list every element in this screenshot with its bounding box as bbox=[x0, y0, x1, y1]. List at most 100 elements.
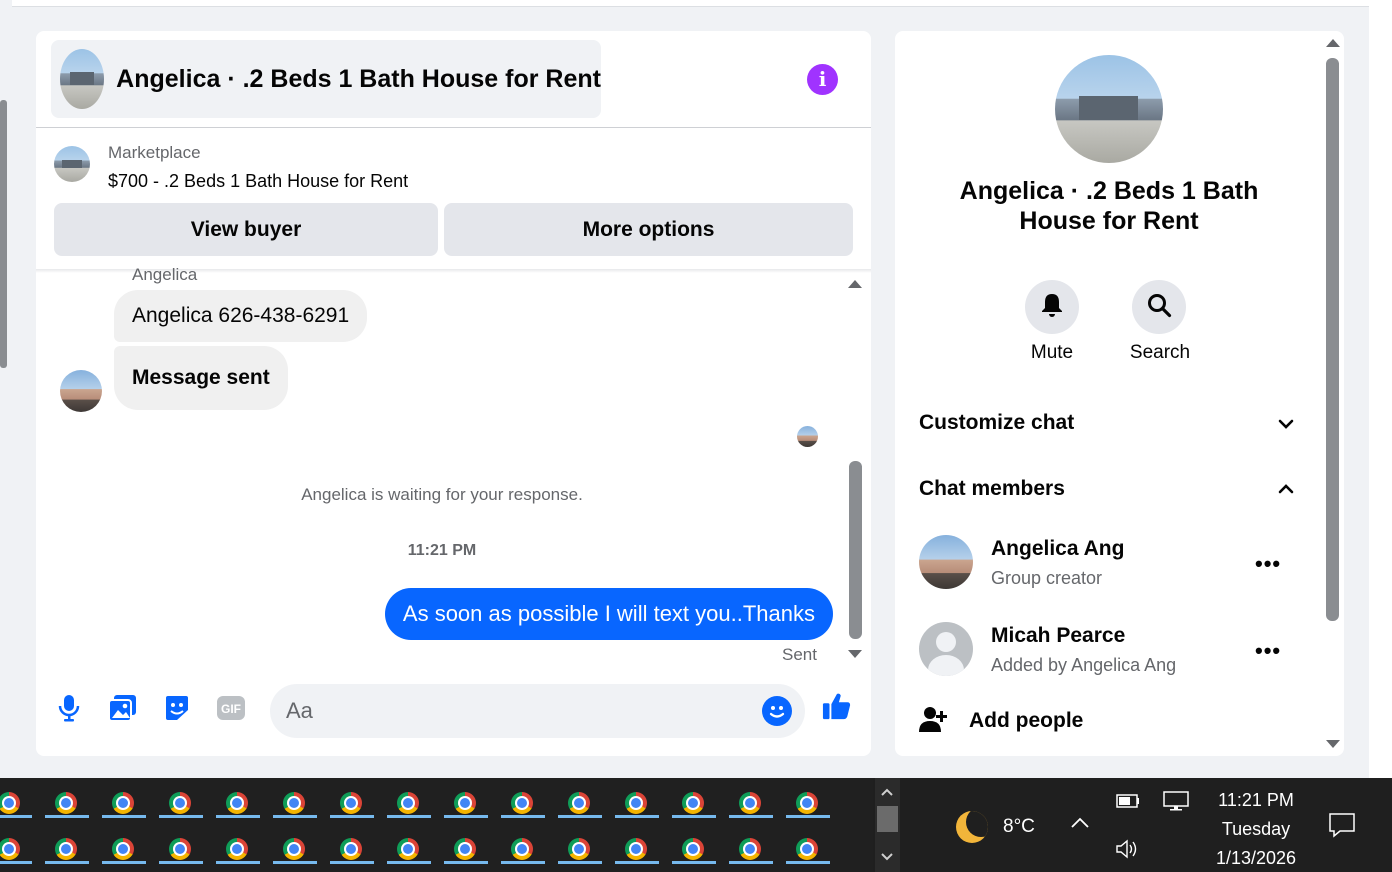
taskbar-active-indicator bbox=[0, 815, 32, 818]
top-edge bbox=[12, 0, 1369, 7]
emoji-icon[interactable] bbox=[762, 696, 792, 726]
marketplace-item-title[interactable]: $700 - .2 Beds 1 Bath House for Rent bbox=[108, 171, 408, 192]
battery-icon[interactable] bbox=[1116, 794, 1140, 813]
chrome-icon[interactable] bbox=[558, 780, 602, 820]
network-icon[interactable] bbox=[1162, 790, 1190, 817]
member-row[interactable]: Angelica Ang Group creator ••• bbox=[919, 535, 1309, 595]
taskbar-active-indicator bbox=[786, 861, 830, 864]
incoming-message[interactable]: Message sent bbox=[114, 346, 288, 410]
chrome-icon[interactable] bbox=[786, 780, 830, 820]
details-scroll-up-arrow[interactable] bbox=[1326, 39, 1340, 47]
taskbar-scrollbar[interactable] bbox=[875, 778, 900, 872]
chrome-icon[interactable] bbox=[330, 780, 374, 820]
chrome-icon[interactable] bbox=[387, 826, 431, 866]
chrome-icon[interactable] bbox=[273, 780, 317, 820]
view-buyer-button[interactable]: View buyer bbox=[54, 203, 438, 256]
chevron-up-icon[interactable] bbox=[1277, 480, 1295, 498]
chat-members-section[interactable]: Chat members bbox=[919, 477, 1065, 501]
chrome-icon[interactable] bbox=[615, 826, 659, 866]
sticker-icon[interactable] bbox=[162, 693, 192, 723]
gif-icon[interactable]: GIF bbox=[216, 693, 246, 723]
details-avatar[interactable] bbox=[1055, 55, 1163, 163]
photo-icon[interactable] bbox=[108, 693, 138, 723]
clock-time: 11:21 PM bbox=[1218, 790, 1294, 810]
chrome-icon[interactable] bbox=[672, 826, 716, 866]
volume-icon[interactable] bbox=[1114, 838, 1140, 865]
system-clock[interactable]: 11:21 PM Tuesday 1/13/2026 bbox=[1200, 786, 1312, 872]
chrome-icon[interactable] bbox=[444, 826, 488, 866]
waiting-notice: Angelica is waiting for your response. bbox=[301, 485, 583, 504]
chrome-icon[interactable] bbox=[0, 780, 32, 820]
taskbar-active-indicator bbox=[672, 861, 716, 864]
taskbar-active-indicator bbox=[444, 861, 488, 864]
chrome-icon[interactable] bbox=[216, 780, 260, 820]
taskbar-active-indicator bbox=[387, 815, 431, 818]
member-avatar[interactable] bbox=[919, 535, 973, 589]
member-name[interactable]: Micah Pearce bbox=[991, 624, 1125, 648]
taskbar-active-indicator bbox=[216, 861, 260, 864]
left-scrollbar-thumb[interactable] bbox=[0, 100, 7, 368]
chrome-icon[interactable] bbox=[786, 826, 830, 866]
chevron-up-icon[interactable] bbox=[1070, 816, 1090, 835]
taskbar-active-indicator bbox=[729, 815, 773, 818]
more-options-button[interactable]: More options bbox=[444, 203, 853, 256]
message-scrollbar-thumb[interactable] bbox=[849, 461, 862, 639]
taskbar-active-indicator bbox=[558, 861, 602, 864]
taskbar-apps bbox=[0, 778, 873, 872]
taskbar-active-indicator bbox=[273, 861, 317, 864]
composer: GIF bbox=[36, 679, 871, 743]
chrome-icon[interactable] bbox=[501, 780, 545, 820]
chrome-icon[interactable] bbox=[0, 826, 32, 866]
chrome-icon[interactable] bbox=[273, 826, 317, 866]
details-scrollbar-thumb[interactable] bbox=[1326, 58, 1339, 621]
weather-temp[interactable]: 8°C bbox=[1003, 816, 1035, 838]
sender-avatar[interactable] bbox=[60, 370, 102, 412]
member-avatar[interactable] bbox=[919, 622, 973, 676]
search-button[interactable] bbox=[1132, 280, 1186, 334]
member-name[interactable]: Angelica Ang bbox=[991, 537, 1124, 561]
more-icon[interactable]: ••• bbox=[1255, 638, 1281, 664]
chrome-icon[interactable] bbox=[387, 780, 431, 820]
message-input[interactable] bbox=[286, 684, 746, 738]
chrome-icon[interactable] bbox=[330, 826, 374, 866]
chrome-icon[interactable] bbox=[558, 826, 602, 866]
chrome-icon[interactable] bbox=[615, 780, 659, 820]
more-icon[interactable]: ••• bbox=[1255, 551, 1281, 577]
chat-panel: Angelica · .2 Beds 1 Bath House for Rent… bbox=[36, 31, 871, 756]
chrome-icon[interactable] bbox=[45, 780, 89, 820]
chrome-icon[interactable] bbox=[729, 826, 773, 866]
chrome-icon[interactable] bbox=[729, 780, 773, 820]
taskbar-active-indicator bbox=[501, 815, 545, 818]
chrome-icon[interactable] bbox=[444, 780, 488, 820]
chrome-icon[interactable] bbox=[672, 780, 716, 820]
moon-icon[interactable] bbox=[956, 811, 988, 843]
message-scroll-up-arrow[interactable] bbox=[848, 280, 862, 288]
notification-icon[interactable] bbox=[1328, 812, 1356, 843]
chevron-down-icon[interactable] bbox=[1277, 415, 1295, 433]
chat-header[interactable]: Angelica · .2 Beds 1 Bath House for Rent bbox=[51, 40, 601, 118]
header-divider bbox=[36, 127, 871, 128]
chrome-icon[interactable] bbox=[102, 780, 146, 820]
taskbar-active-indicator bbox=[159, 861, 203, 864]
taskbar-scroll-thumb[interactable] bbox=[877, 806, 898, 832]
microphone-icon[interactable] bbox=[54, 693, 84, 723]
message-scroll-down-arrow[interactable] bbox=[848, 650, 862, 658]
chrome-icon[interactable] bbox=[159, 826, 203, 866]
chrome-icon[interactable] bbox=[159, 780, 203, 820]
chrome-icon[interactable] bbox=[501, 826, 545, 866]
chrome-icon[interactable] bbox=[216, 826, 260, 866]
outgoing-message[interactable]: As soon as possible I will text you..Tha… bbox=[384, 588, 833, 640]
chrome-icon[interactable] bbox=[102, 826, 146, 866]
taskbar-active-indicator bbox=[729, 861, 773, 864]
incoming-message[interactable]: Angelica 626-438-6291 bbox=[114, 290, 368, 342]
mute-button[interactable] bbox=[1025, 280, 1079, 334]
add-people-button[interactable]: Add people bbox=[919, 704, 1083, 738]
thumbs-up-icon[interactable] bbox=[822, 691, 852, 721]
search-icon bbox=[1146, 292, 1172, 323]
details-scroll-down-arrow[interactable] bbox=[1326, 740, 1340, 748]
customize-chat-section[interactable]: Customize chat bbox=[919, 411, 1074, 435]
svg-text:GIF: GIF bbox=[221, 702, 241, 716]
member-row[interactable]: Micah Pearce Added by Angelica Ang ••• bbox=[919, 622, 1309, 682]
chrome-icon[interactable] bbox=[45, 826, 89, 866]
info-icon[interactable]: i bbox=[807, 64, 838, 95]
